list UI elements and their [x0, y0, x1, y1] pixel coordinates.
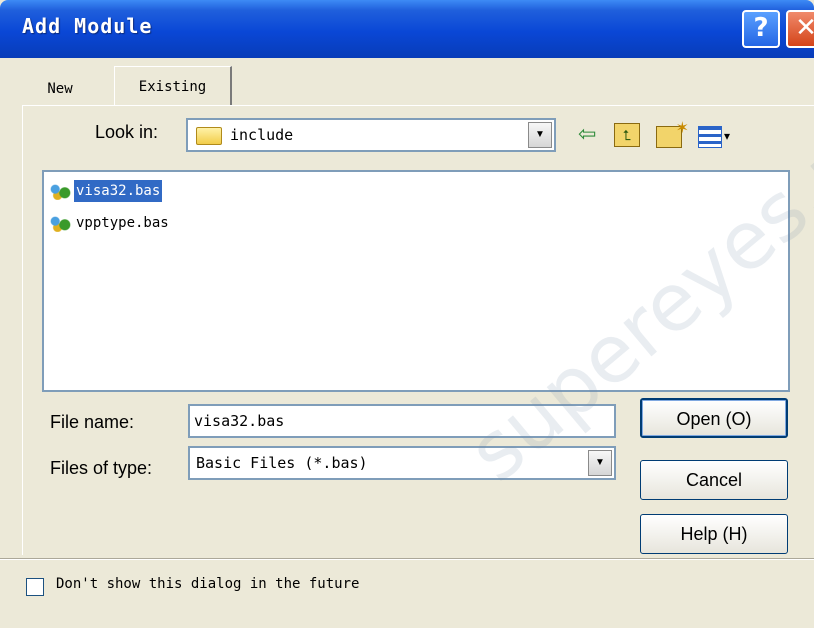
view-menu-icon[interactable]	[698, 126, 722, 148]
new-folder-icon[interactable]	[656, 115, 689, 148]
chevron-down-icon[interactable]: ▼	[588, 450, 612, 476]
tab-existing[interactable]: Existing	[114, 66, 232, 106]
help-button[interactable]: Help (H)	[640, 514, 788, 554]
title-bar[interactable]: Add Module ? ✕	[0, 0, 814, 58]
vb-module-icon	[48, 182, 72, 200]
files-of-type-value: Basic Files (*.bas)	[196, 454, 368, 472]
close-button[interactable]: ✕	[786, 10, 814, 48]
list-item[interactable]: vpptype.bas	[48, 212, 208, 234]
help-title-button[interactable]: ?	[742, 10, 780, 48]
add-module-dialog: Add Module ? ✕ New Existing Look in: inc…	[0, 0, 814, 628]
file-name-text: visa32.bas	[74, 180, 163, 202]
file-name-input[interactable]: visa32.bas	[188, 404, 616, 438]
file-list[interactable]: visa32.bas vpptype.bas	[42, 170, 790, 392]
file-name-text: vpptype.bas	[76, 215, 169, 231]
up-folder-icon[interactable]: ⮤	[614, 123, 640, 147]
file-name-label: File name:	[50, 412, 135, 432]
list-item[interactable]: visa32.bas	[48, 180, 198, 202]
cancel-button[interactable]: Cancel	[640, 460, 788, 500]
dont-show-checkbox[interactable]	[26, 578, 44, 596]
look-in-dropdown[interactable]: include ▼	[186, 118, 556, 152]
look-in-label: Look in:	[95, 122, 159, 142]
chevron-down-icon[interactable]: ▼	[528, 122, 552, 148]
dont-show-label[interactable]: Don't show this dialog in the future	[56, 576, 359, 592]
files-of-type-dropdown[interactable]: Basic Files (*.bas) ▼	[188, 446, 616, 480]
look-in-value: include	[230, 126, 294, 144]
files-of-type-label: Files of type:	[50, 458, 153, 478]
open-button[interactable]: Open (O)	[640, 398, 788, 438]
divider	[0, 558, 814, 560]
vb-module-icon	[48, 214, 72, 232]
tab-new[interactable]: New	[22, 74, 98, 106]
folder-icon	[196, 127, 222, 145]
back-arrow-icon[interactable]: ⇦	[578, 120, 596, 148]
view-menu-caret-icon[interactable]: ▾	[724, 122, 730, 150]
dialog-title: Add Module	[22, 14, 153, 38]
